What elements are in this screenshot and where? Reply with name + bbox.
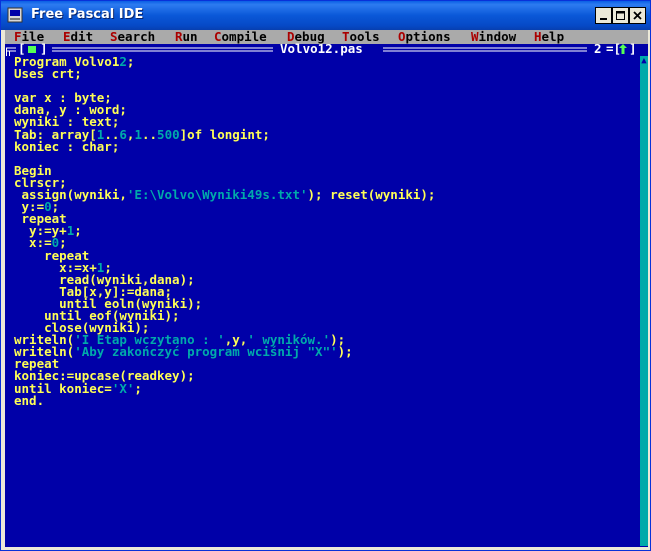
close-icon	[633, 11, 642, 20]
up-arrow-icon[interactable]	[619, 44, 627, 54]
scroll-up-arrow-icon[interactable]: ▲	[640, 56, 648, 66]
code-line[interactable]: Begin	[14, 164, 435, 177]
menu-edit[interactable]: Edit	[63, 30, 93, 44]
pascal-app-icon	[7, 7, 23, 23]
menu-compile[interactable]: Compile	[214, 30, 267, 44]
menu-options[interactable]: Options	[398, 30, 451, 44]
dos-console: File Edit Search Run Compile Debug Tools…	[5, 30, 648, 547]
code-line[interactable]: writeln('Aby zakończyć program wciśnij "…	[14, 345, 435, 358]
menu-window[interactable]: Window	[471, 30, 516, 44]
code-line[interactable]	[14, 153, 435, 165]
code-line[interactable]: end.	[14, 394, 435, 407]
window-title: Free Pascal IDE	[31, 7, 144, 22]
menu-run[interactable]: Run	[175, 30, 198, 44]
menu-help[interactable]: Help	[534, 30, 564, 44]
title-bar[interactable]: Free Pascal IDE	[1, 1, 650, 30]
editor-filename: Volvo12.pas	[280, 41, 363, 56]
source-code[interactable]: Program Volvo12; Uses crt; var x : byte; d…	[14, 55, 436, 407]
maximize-icon	[616, 11, 625, 20]
close-button[interactable]	[629, 7, 646, 24]
maximize-button[interactable]	[612, 7, 629, 24]
code-line[interactable]: Uses crt;	[14, 67, 435, 80]
ide-window: Free Pascal IDE File Edit Search Run Com…	[0, 0, 651, 551]
green-square-icon[interactable]	[28, 46, 36, 53]
window-number: 2	[594, 41, 602, 56]
menu-search[interactable]: Search	[110, 30, 155, 44]
code-line[interactable]: assign(wyniki,'E:\Volvo\Wyniki49s.txt');…	[14, 188, 436, 201]
code-line[interactable]: koniec : char;	[14, 140, 435, 153]
code-line[interactable]: y:=0;	[14, 200, 435, 213]
code-line[interactable]: until koniec='X';	[14, 382, 435, 395]
minimize-icon	[600, 18, 607, 20]
zoom-box-right-bracket: ]	[629, 41, 637, 56]
minimize-button[interactable]	[595, 7, 612, 24]
code-line[interactable]: y:=y+1;	[14, 225, 435, 238]
vertical-scrollbar[interactable]: ▲	[640, 56, 648, 546]
